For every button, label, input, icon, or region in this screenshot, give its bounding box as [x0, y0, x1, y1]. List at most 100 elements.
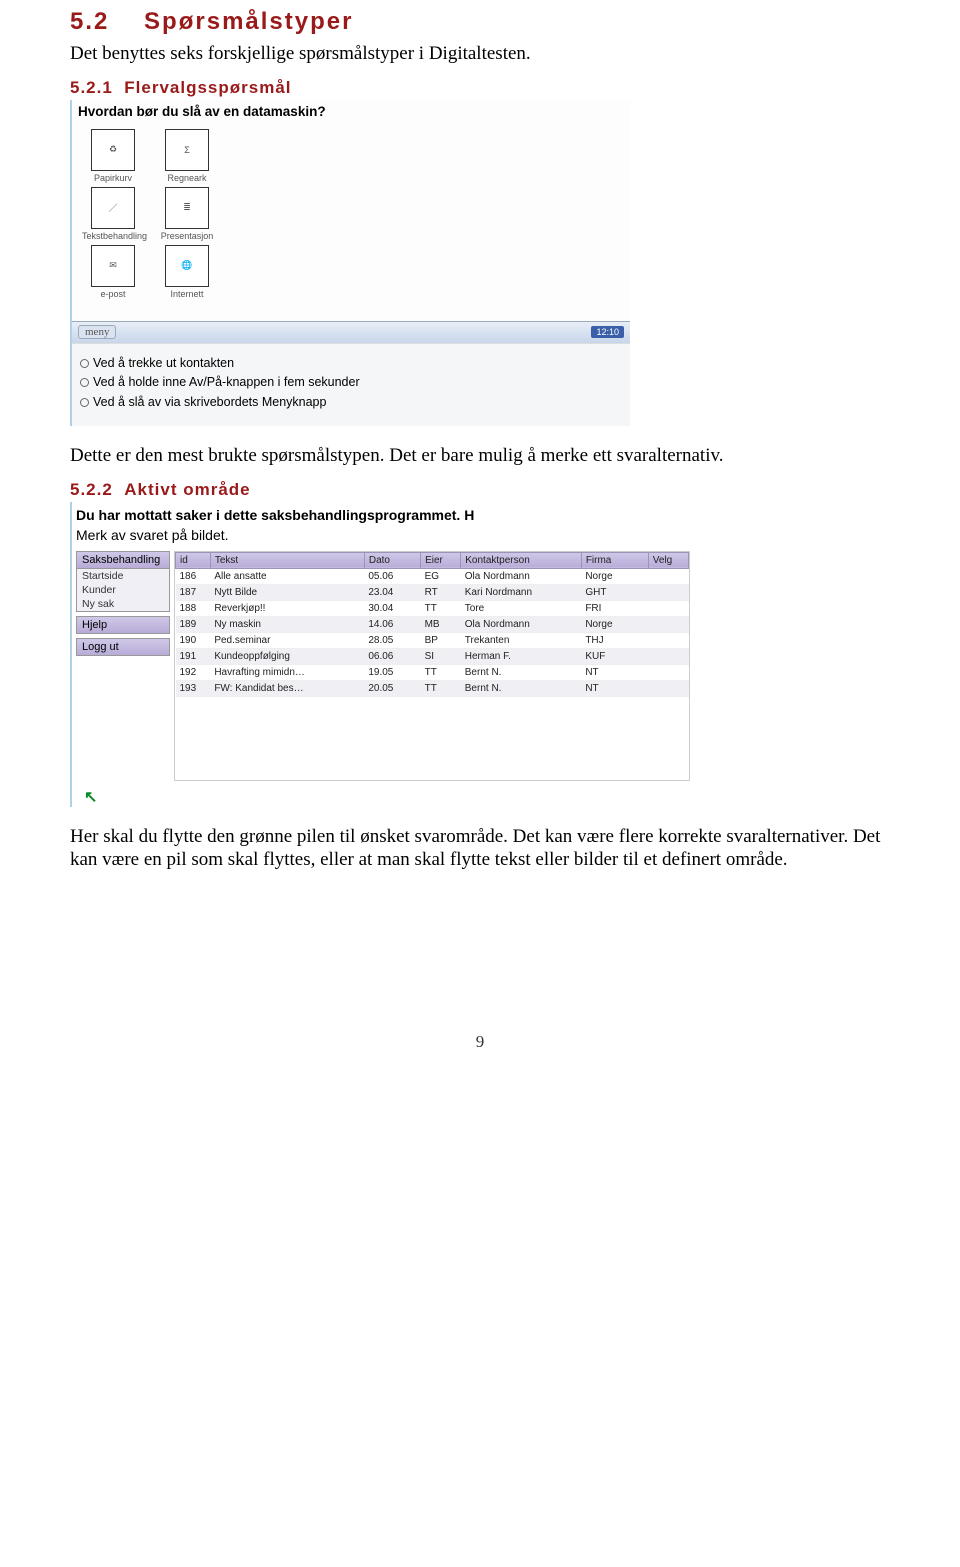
table-cell: 186: [176, 568, 211, 584]
table-cell: Reverkjøp!!: [210, 600, 364, 616]
table-cell: NT: [581, 680, 648, 696]
th-velg[interactable]: Velg: [648, 552, 688, 568]
option-1[interactable]: Ved å trekke ut kontakten: [80, 354, 622, 373]
instruction-line-1: Du har mottatt saker i dette saksbehandl…: [72, 506, 690, 527]
table-cell: MB: [421, 616, 461, 632]
table-cell: Havrafting mimidn…: [210, 664, 364, 680]
icon-papirkurv[interactable]: ♻ Papirkurv: [82, 129, 144, 183]
icon-label: Tekstbehandling: [82, 231, 144, 241]
table-cell: FRI: [581, 600, 648, 616]
table-empty-area: [175, 697, 689, 757]
case-table: id Tekst Dato Eier Kontaktperson Firma V…: [175, 552, 689, 697]
sub2-title: Aktivt område: [124, 480, 250, 499]
icon-regneark[interactable]: Σ Regneark: [156, 129, 218, 183]
th-kontakt[interactable]: Kontaktperson: [461, 552, 582, 568]
option-2[interactable]: Ved å holde inne Av/På-knappen i fem sek…: [80, 373, 622, 392]
radio-icon: [80, 378, 89, 387]
screenshot-flervalg: Hvordan bør du slå av en datamaskin? ♻ P…: [70, 100, 630, 426]
table-cell: Ola Nordmann: [461, 568, 582, 584]
table-cell: [648, 616, 688, 632]
table-cell: 30.04: [364, 600, 420, 616]
table-cell: 190: [176, 632, 211, 648]
table-cell: Norge: [581, 616, 648, 632]
sidebar-item-hjelp[interactable]: Hjelp: [76, 616, 170, 634]
table-row[interactable]: 191Kundeoppfølging06.06SIHerman F.KUF: [176, 648, 689, 664]
desktop-icon-grid: ♻ Papirkurv Σ Regneark ／ Tekstbehandling…: [72, 127, 630, 303]
table-row[interactable]: 188Reverkjøp!!30.04TTToreFRI: [176, 600, 689, 616]
table-cell: Ny maskin: [210, 616, 364, 632]
envelope-icon: ✉: [91, 245, 135, 287]
table-cell: Ped.seminar: [210, 632, 364, 648]
section-heading: 5.2 Spørsmålstyper: [70, 8, 890, 36]
page-number: 9: [70, 1032, 890, 1052]
table-cell: 14.06: [364, 616, 420, 632]
radio-icon: [80, 359, 89, 368]
green-cursor-icon[interactable]: ↖: [84, 787, 97, 807]
icon-label: e-post: [82, 289, 144, 299]
table-cell: Bernt N.: [461, 664, 582, 680]
icon-internett[interactable]: 🌐 Internett: [156, 245, 218, 299]
table-cell: SI: [421, 648, 461, 664]
answer-options: Ved å trekke ut kontakten Ved å holde in…: [72, 343, 630, 426]
sub2-num: 5.2.2: [70, 480, 113, 499]
icon-tekstbehandling[interactable]: ／ Tekstbehandling: [82, 187, 144, 241]
table-cell: Kundeoppfølging: [210, 648, 364, 664]
table-row[interactable]: 192Havrafting mimidn…19.05TTBernt N.NT: [176, 664, 689, 680]
sidebar-item-startside[interactable]: Startside: [77, 569, 169, 583]
th-tekst[interactable]: Tekst: [210, 552, 364, 568]
table-cell: TT: [421, 680, 461, 696]
screenshot-aktivt-omrade: Du har mottatt saker i dette saksbehandl…: [70, 502, 690, 807]
table-body: 186Alle ansatte05.06EGOla NordmannNorge1…: [176, 568, 689, 696]
table-cell: [648, 680, 688, 696]
menu-button[interactable]: meny: [78, 325, 116, 339]
question-text: Hvordan bør du slå av en datamaskin?: [72, 100, 630, 127]
option-3[interactable]: Ved å slå av via skrivebordets Menyknapp: [80, 393, 622, 412]
instruction-line-2: Merk av svaret på bildet.: [72, 527, 690, 551]
table-row[interactable]: 193FW: Kandidat bes…20.05TTBernt N.NT: [176, 680, 689, 696]
icon-epost[interactable]: ✉ e-post: [82, 245, 144, 299]
sidebar-item-kunder[interactable]: Kunder: [77, 583, 169, 597]
table-row[interactable]: 187Nytt Bilde23.04RTKari NordmannGHT: [176, 584, 689, 600]
th-dato[interactable]: Dato: [364, 552, 420, 568]
table-cell: 189: [176, 616, 211, 632]
table-cell: 28.05: [364, 632, 420, 648]
table-cell: NT: [581, 664, 648, 680]
table-cell: [648, 632, 688, 648]
table-row[interactable]: 189Ny maskin14.06MBOla NordmannNorge: [176, 616, 689, 632]
th-firma[interactable]: Firma: [581, 552, 648, 568]
table-cell: Kari Nordmann: [461, 584, 582, 600]
table-cell: Tore: [461, 600, 582, 616]
table-cell: Ola Nordmann: [461, 616, 582, 632]
icon-label: Regneark: [156, 173, 218, 183]
table-cell: [648, 568, 688, 584]
table-cell: 23.04: [364, 584, 420, 600]
sidebar-item-loggut[interactable]: Logg ut: [76, 638, 170, 656]
subsection-1-heading: 5.2.1 Flervalgsspørsmål: [70, 78, 890, 98]
sidebar-header[interactable]: Saksbehandling: [77, 552, 169, 569]
icon-presentasjon[interactable]: ≣ Presentasjon: [156, 187, 218, 241]
table-row[interactable]: 190Ped.seminar28.05BPTrekantenTHJ: [176, 632, 689, 648]
sidebar-item-nysak[interactable]: Ny sak: [77, 597, 169, 611]
radio-icon: [80, 398, 89, 407]
table-cell: 19.05: [364, 664, 420, 680]
sigma-icon: Σ: [165, 129, 209, 171]
sidebar-block-saksbehandling: Saksbehandling Startside Kunder Ny sak: [76, 551, 170, 612]
sub1-after-text: Dette er den mest brukte spørsmålstypen.…: [70, 444, 890, 468]
subsection-2-heading: 5.2.2 Aktivt område: [70, 480, 890, 500]
table-cell: Herman F.: [461, 648, 582, 664]
table-cell: [648, 600, 688, 616]
icon-label: Presentasjon: [156, 231, 218, 241]
section-intro: Det benyttes seks forskjellige spørsmåls…: [70, 42, 890, 66]
table-cell: 06.06: [364, 648, 420, 664]
table-header-row: id Tekst Dato Eier Kontaktperson Firma V…: [176, 552, 689, 568]
table-cell: Trekanten: [461, 632, 582, 648]
table-cell: TT: [421, 664, 461, 680]
recycle-icon: ♻: [91, 129, 135, 171]
icon-label: Papirkurv: [82, 173, 144, 183]
table-cell: FW: Kandidat bes…: [210, 680, 364, 696]
th-id[interactable]: id: [176, 552, 211, 568]
table-cell: THJ: [581, 632, 648, 648]
th-eier[interactable]: Eier: [421, 552, 461, 568]
table-cell: Bernt N.: [461, 680, 582, 696]
table-row[interactable]: 186Alle ansatte05.06EGOla NordmannNorge: [176, 568, 689, 584]
